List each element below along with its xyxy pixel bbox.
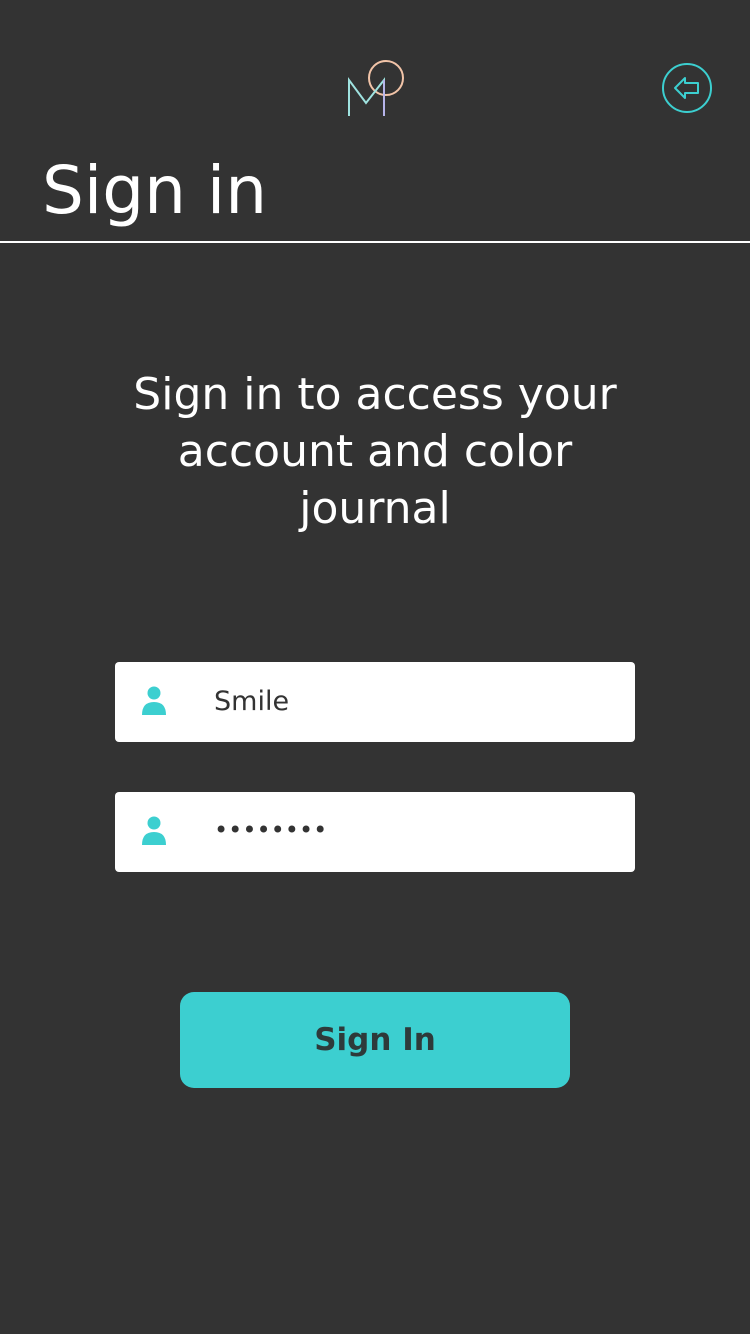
intro-text: Sign in to access your account and color…: [133, 369, 617, 534]
password-field[interactable]: ••••••••: [115, 792, 635, 872]
page-title: Sign in: [42, 152, 268, 229]
user-icon: [141, 686, 167, 716]
sign-in-button[interactable]: Sign In: [180, 992, 570, 1088]
user-icon: [141, 816, 167, 846]
username-value[interactable]: Smile: [214, 662, 289, 742]
back-button[interactable]: [661, 62, 713, 114]
password-value[interactable]: ••••••••: [214, 790, 327, 870]
title-divider: [0, 241, 750, 243]
mood-logo-icon: [344, 58, 408, 120]
username-field[interactable]: Smile: [115, 662, 635, 742]
back-arrow-icon[interactable]: [661, 62, 713, 114]
